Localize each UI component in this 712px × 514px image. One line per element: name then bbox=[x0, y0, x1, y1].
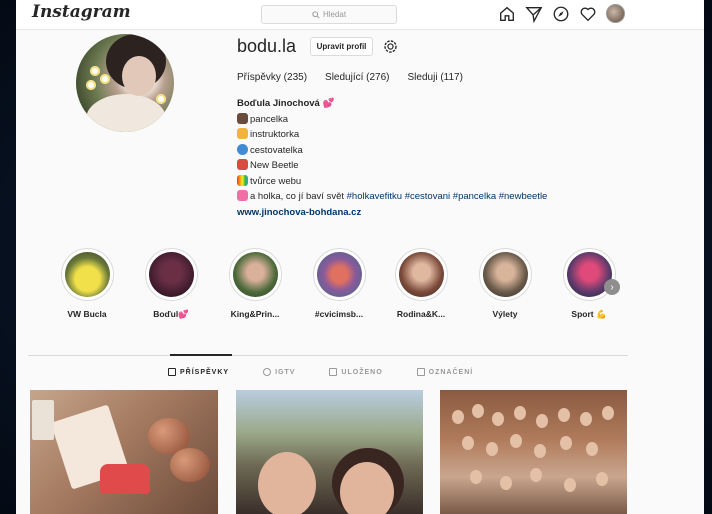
tagged-icon bbox=[416, 368, 425, 376]
hearts-emoji-icon bbox=[237, 190, 248, 201]
tabs-divider bbox=[28, 355, 628, 356]
post-image-content bbox=[452, 410, 464, 424]
tab-igtv[interactable]: IGTV bbox=[263, 368, 295, 376]
following-count[interactable]: Sleduji (117) bbox=[408, 72, 463, 83]
story-highlights: VW Bucla Boďul💕 King&Prin... #cvicimsb..… bbox=[52, 248, 652, 328]
profile-stats: Příspěvky (235) Sledující (276) Sleduji … bbox=[237, 72, 463, 83]
highlight-item[interactable]: #cvicimsb... bbox=[304, 248, 374, 319]
car-emoji-icon bbox=[237, 159, 248, 170]
globe-emoji-icon bbox=[237, 143, 248, 155]
nav-icons bbox=[498, 4, 625, 23]
profile-full-name: Boďula Jinochová 💕 bbox=[237, 98, 335, 109]
highlight-item[interactable]: King&Prin... bbox=[220, 248, 290, 319]
profile-tabs: PŘÍSPĚVKY IGTV ULOŽENO OZNAČENÍ bbox=[168, 368, 473, 376]
profile-picture[interactable] bbox=[76, 34, 174, 132]
bio-line: instruktorka bbox=[237, 127, 657, 143]
instagram-window: Instagram Hledat bodu.la Upravit profil bbox=[16, 0, 704, 514]
tab-posts[interactable]: PŘÍSPĚVKY bbox=[168, 368, 229, 376]
home-icon[interactable] bbox=[498, 5, 516, 23]
bio-line: cestovatelka bbox=[237, 143, 657, 159]
bio-line: New Beetle bbox=[237, 158, 657, 174]
tab-tagged[interactable]: OZNAČENÍ bbox=[416, 368, 474, 376]
search-input[interactable]: Hledat bbox=[261, 5, 397, 24]
followers-count[interactable]: Sledující (276) bbox=[325, 72, 389, 83]
heart-icon[interactable] bbox=[579, 5, 597, 23]
instagram-logo[interactable]: Instagram bbox=[32, 2, 131, 22]
rainbow-emoji-icon bbox=[237, 174, 248, 186]
highlight-item[interactable]: Boďul💕 bbox=[136, 248, 206, 320]
bio-hashtags[interactable]: #holkavefitku #cestovani #pancelka #newb… bbox=[347, 191, 548, 202]
direct-icon[interactable] bbox=[525, 5, 543, 23]
active-tab-indicator bbox=[170, 354, 232, 356]
bio-line: a holka, co jí baví svět #holkavefitku #… bbox=[237, 189, 657, 205]
post-thumbnail[interactable] bbox=[236, 390, 423, 514]
highlight-item[interactable]: Výlety bbox=[470, 248, 540, 319]
search-placeholder: Hledat bbox=[322, 10, 347, 19]
post-thumbnail[interactable] bbox=[30, 390, 218, 514]
post-thumbnail[interactable] bbox=[440, 390, 627, 514]
post-image-content bbox=[258, 452, 316, 514]
tab-saved[interactable]: ULOŽENO bbox=[329, 368, 382, 376]
highlight-item[interactable]: VW Bucla bbox=[52, 248, 122, 319]
posts-count: Příspěvky (235) bbox=[237, 72, 308, 83]
explore-icon[interactable] bbox=[552, 5, 570, 23]
profile-website-link[interactable]: www.jinochova-bohdana.cz bbox=[237, 205, 657, 221]
muscle-emoji-icon bbox=[237, 128, 248, 139]
grid-icon bbox=[168, 368, 176, 376]
profile-bio: Boďula Jinochová 💕 pancelka instruktorka… bbox=[237, 96, 657, 220]
bio-line: pancelka bbox=[237, 112, 657, 128]
settings-gear-icon[interactable] bbox=[382, 38, 399, 55]
igtv-icon bbox=[263, 368, 272, 376]
profile-username: bodu.la bbox=[237, 36, 297, 56]
search-icon bbox=[312, 10, 320, 19]
bio-line: tvůrce webu bbox=[237, 174, 657, 190]
top-navigation: Instagram Hledat bbox=[16, 0, 704, 30]
edit-profile-button[interactable]: Upravit profil bbox=[310, 37, 373, 56]
profile-avatar-icon[interactable] bbox=[606, 4, 625, 23]
highlights-next-arrow-icon[interactable]: › bbox=[604, 279, 620, 295]
bookmark-icon bbox=[329, 368, 338, 376]
highlight-item[interactable]: Rodina&K... bbox=[386, 248, 456, 319]
woman-emoji-icon bbox=[237, 112, 248, 124]
